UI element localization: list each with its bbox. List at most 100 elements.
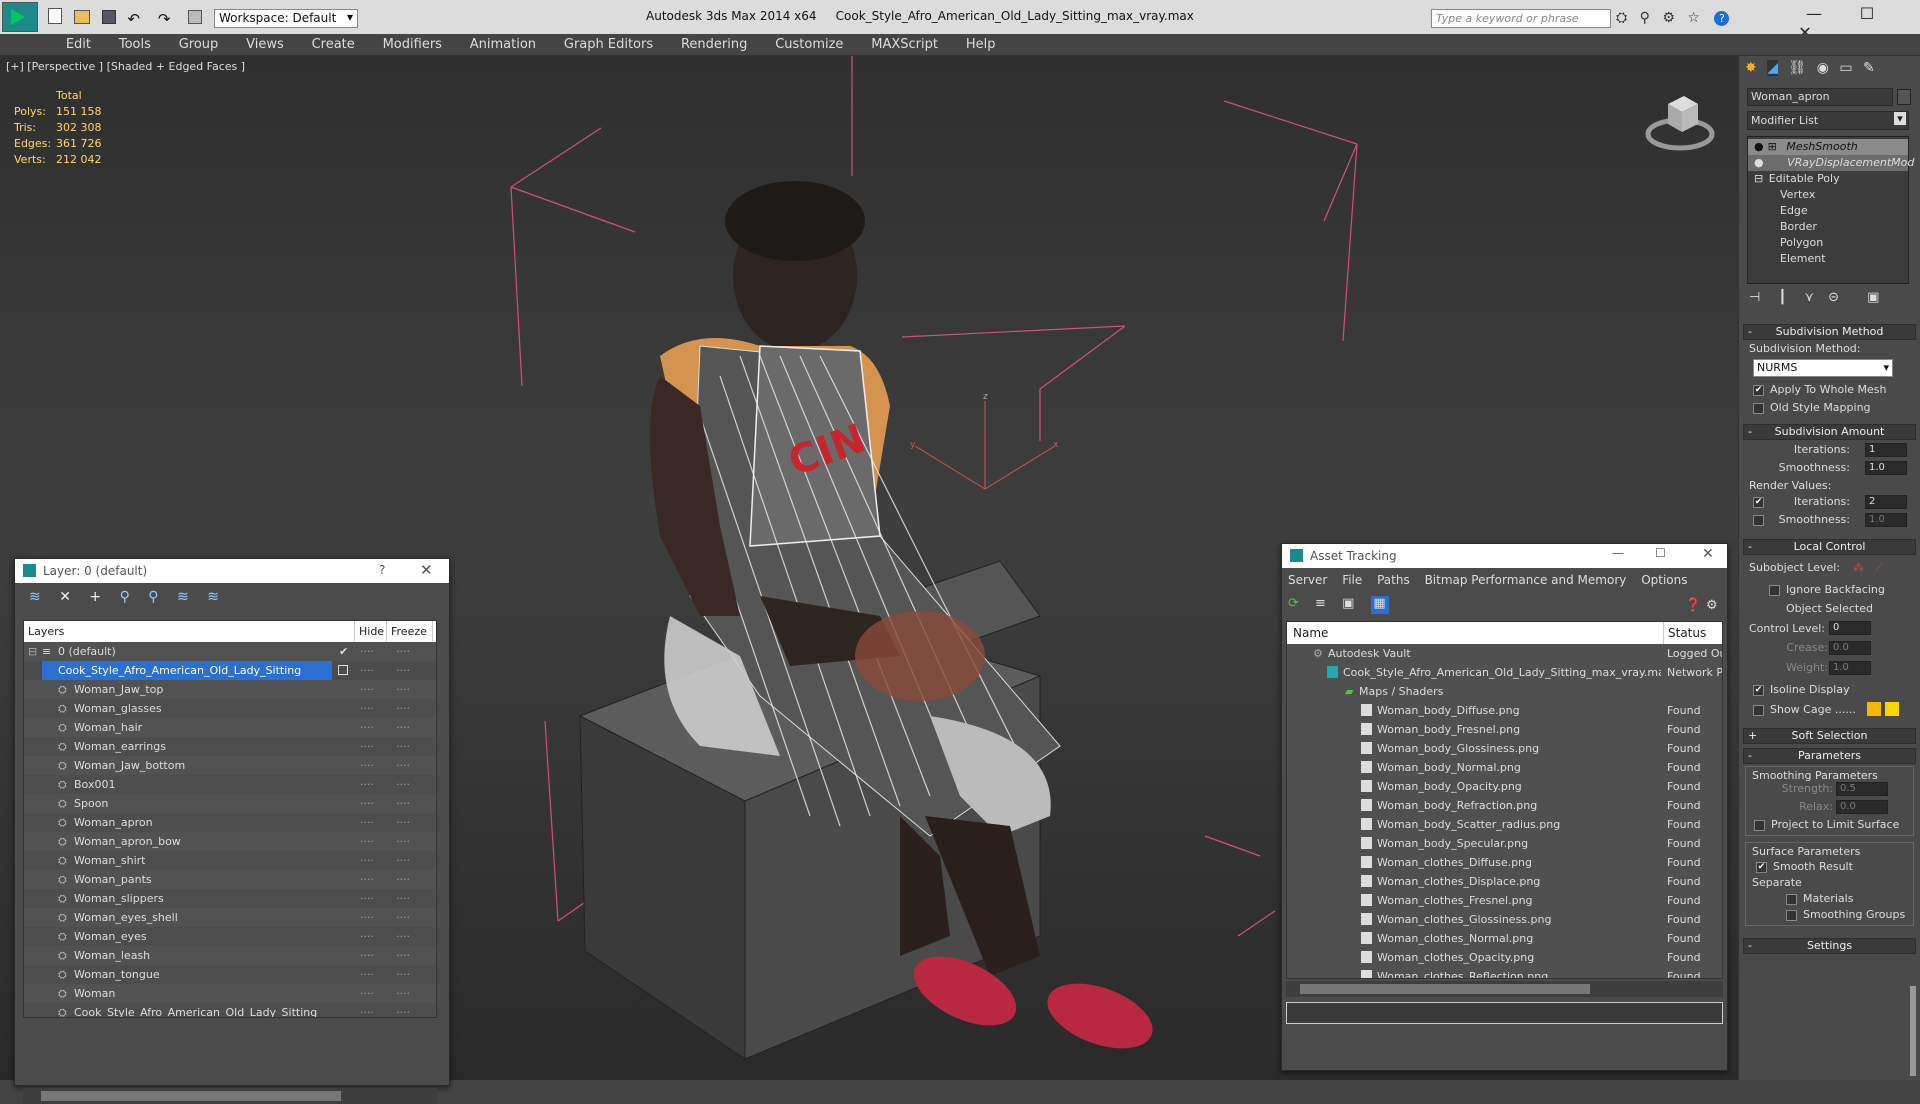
- hide-toggle[interactable]: ····: [360, 718, 374, 737]
- layer-object-row[interactable]: ⛭ Woman_shirt ···· ····: [24, 851, 436, 870]
- freeze-toggle[interactable]: ····: [396, 927, 410, 946]
- layer-object-row[interactable]: ⛭ Woman_Jaw_top ···· ····: [24, 680, 436, 699]
- freeze-toggle[interactable]: ····: [396, 680, 410, 699]
- asset-menu-bitmap[interactable]: Bitmap Performance and Memory: [1425, 573, 1627, 587]
- freeze-toggle[interactable]: ····: [396, 642, 410, 661]
- render-smoothness-checkbox[interactable]: [1753, 515, 1764, 526]
- cage-color-1[interactable]: [1867, 702, 1881, 716]
- smoothing-groups-checkbox[interactable]: [1786, 909, 1797, 921]
- hide-toggle[interactable]: ····: [360, 927, 374, 946]
- subdiv-method-dropdown[interactable]: NURMS ▾: [1753, 359, 1893, 377]
- smoothness-spinner[interactable]: 1.0: [1865, 461, 1907, 475]
- hide-toggle[interactable]: ····: [360, 680, 374, 699]
- menu-modifiers[interactable]: Modifiers: [371, 34, 454, 52]
- asset-file-row[interactable]: Woman_clothes_Fresnel.png Found: [1287, 891, 1722, 910]
- old-style-mapping-checkbox[interactable]: [1753, 402, 1764, 414]
- object-color-swatch[interactable]: [1897, 89, 1911, 105]
- layer-close-button[interactable]: ✕: [420, 561, 433, 579]
- col-hide[interactable]: Hide: [354, 621, 384, 642]
- object-name-field[interactable]: Woman_apron: [1747, 88, 1893, 106]
- layer-object-row[interactable]: ⛭ Spoon ···· ····: [24, 794, 436, 813]
- asset-file-row[interactable]: Woman_clothes_Displace.png Found: [1287, 872, 1722, 891]
- layer-object-row[interactable]: ⛭ Woman ···· ····: [24, 984, 436, 1003]
- hierarchy-tab-icon[interactable]: ⛓: [1788, 60, 1806, 76]
- utilities-tab-icon[interactable]: ✎: [1863, 60, 1875, 76]
- display-tab-icon[interactable]: ▭: [1839, 60, 1852, 76]
- menu-rendering[interactable]: Rendering: [669, 34, 759, 52]
- hide-toggle[interactable]: ····: [360, 794, 374, 813]
- hide-toggle[interactable]: ····: [360, 813, 374, 832]
- asset-file-row[interactable]: Woman_body_Specular.png Found: [1287, 834, 1722, 853]
- stack-vraydisplacement[interactable]: ● VRayDisplacementMod: [1748, 155, 1914, 171]
- menu-views[interactable]: Views: [234, 34, 296, 52]
- render-smoothness-spinner[interactable]: 1.0: [1865, 513, 1907, 527]
- asset-row-maps[interactable]: ▰ Maps / Shaders: [1287, 682, 1722, 701]
- key-icon[interactable]: ⚲: [1640, 10, 1650, 26]
- hold-icon[interactable]: [188, 10, 203, 24]
- menu-animation[interactable]: Animation: [458, 34, 548, 52]
- asset-menu-server[interactable]: Server: [1288, 573, 1327, 587]
- save-file-icon[interactable]: [101, 10, 116, 24]
- list-view-icon[interactable]: ≡: [1315, 596, 1326, 611]
- freeze-toggle[interactable]: ····: [396, 908, 410, 927]
- highlight-layer-icon[interactable]: ⚲: [148, 589, 158, 605]
- layer-object-row[interactable]: ⛭ Woman_slippers ···· ····: [24, 889, 436, 908]
- freeze-toggle[interactable]: ····: [396, 851, 410, 870]
- asset-file-row[interactable]: Woman_clothes_Opacity.png Found: [1287, 948, 1722, 967]
- modifier-list-dropdown[interactable]: Modifier List ▾: [1747, 111, 1909, 130]
- maximize-button[interactable]: ☐: [1843, 4, 1891, 23]
- show-cage-checkbox[interactable]: [1753, 704, 1764, 716]
- asset-file-row[interactable]: Woman_body_Opacity.png Found: [1287, 777, 1722, 796]
- viewcube[interactable]: [1640, 86, 1720, 156]
- show-end-result-icon[interactable]: ┃: [1778, 290, 1786, 305]
- modify-tab-icon[interactable]: ◢: [1767, 60, 1778, 76]
- asset-hscrollbar[interactable]: [1286, 981, 1723, 997]
- asset-row-file[interactable]: Cook_Style_Afro_American_Old_Lady_Sittin…: [1287, 663, 1722, 682]
- create-tab-icon[interactable]: ✸: [1745, 60, 1757, 76]
- help-icon[interactable]: ?: [1714, 11, 1730, 26]
- asset-col-status[interactable]: Status: [1663, 622, 1722, 644]
- rollout-subdivision-amount[interactable]: - Subdivision Amount: [1743, 424, 1916, 440]
- freeze-toggle[interactable]: ····: [396, 775, 410, 794]
- layer-object-row[interactable]: ⛭ Box001 ···· ····: [24, 775, 436, 794]
- hide-toggle[interactable]: ····: [360, 851, 374, 870]
- layer-object-row[interactable]: ⛭ Woman_earrings ···· ····: [24, 737, 436, 756]
- hide-toggle[interactable]: ····: [360, 661, 374, 680]
- sign-in-icon[interactable]: ⚙: [1662, 10, 1675, 26]
- stack-editable-poly[interactable]: ⊟ Editable Poly: [1748, 171, 1908, 187]
- freeze-all-icon[interactable]: ≋: [207, 589, 219, 605]
- smooth-result-checkbox[interactable]: ✔: [1756, 861, 1767, 873]
- weight-spinner[interactable]: 1.0: [1829, 661, 1871, 675]
- asset-file-row[interactable]: Woman_clothes_Normal.png Found: [1287, 929, 1722, 948]
- pin-stack-icon[interactable]: ⊣: [1749, 290, 1760, 305]
- asset-file-row[interactable]: Woman_body_Normal.png Found: [1287, 758, 1722, 777]
- stack-polygon[interactable]: Polygon: [1748, 235, 1908, 251]
- menu-group[interactable]: Group: [167, 34, 231, 52]
- freeze-toggle[interactable]: ····: [396, 946, 410, 965]
- relax-spinner[interactable]: 0.0: [1836, 800, 1888, 814]
- rollout-settings[interactable]: - Settings: [1743, 938, 1916, 954]
- layer-object-row[interactable]: ⛭ Woman_eyes ···· ····: [24, 927, 436, 946]
- asset-maximize-button[interactable]: ☐: [1655, 546, 1666, 560]
- project-limit-checkbox[interactable]: [1754, 819, 1765, 831]
- thumbnail-icon[interactable]: ▣: [1342, 596, 1354, 611]
- freeze-toggle[interactable]: ····: [396, 699, 410, 718]
- hide-toggle[interactable]: ····: [360, 984, 374, 1003]
- asset-help-icon[interactable]: ❓: [1685, 598, 1701, 613]
- freeze-toggle[interactable]: ····: [396, 756, 410, 775]
- freeze-toggle[interactable]: ····: [396, 794, 410, 813]
- expand-icon[interactable]: ⊞: [1768, 140, 1777, 153]
- collapse-icon[interactable]: ⊟: [1754, 172, 1763, 185]
- add-to-layer-icon[interactable]: +: [89, 589, 101, 605]
- hide-toggle[interactable]: ····: [360, 699, 374, 718]
- favorites-icon[interactable]: ☆: [1687, 10, 1700, 26]
- render-iterations-checkbox[interactable]: ✔: [1753, 497, 1764, 508]
- bulb-icon[interactable]: ●: [1754, 156, 1764, 169]
- col-layers[interactable]: Layers: [28, 621, 64, 642]
- layer-object-row[interactable]: ⛭ Woman_leash ···· ····: [24, 946, 436, 965]
- panel-scrollbar[interactable]: [1910, 986, 1916, 1076]
- hide-toggle[interactable]: ····: [360, 946, 374, 965]
- hide-toggle[interactable]: ····: [360, 775, 374, 794]
- freeze-toggle[interactable]: ····: [396, 1003, 410, 1017]
- freeze-toggle[interactable]: ····: [396, 870, 410, 889]
